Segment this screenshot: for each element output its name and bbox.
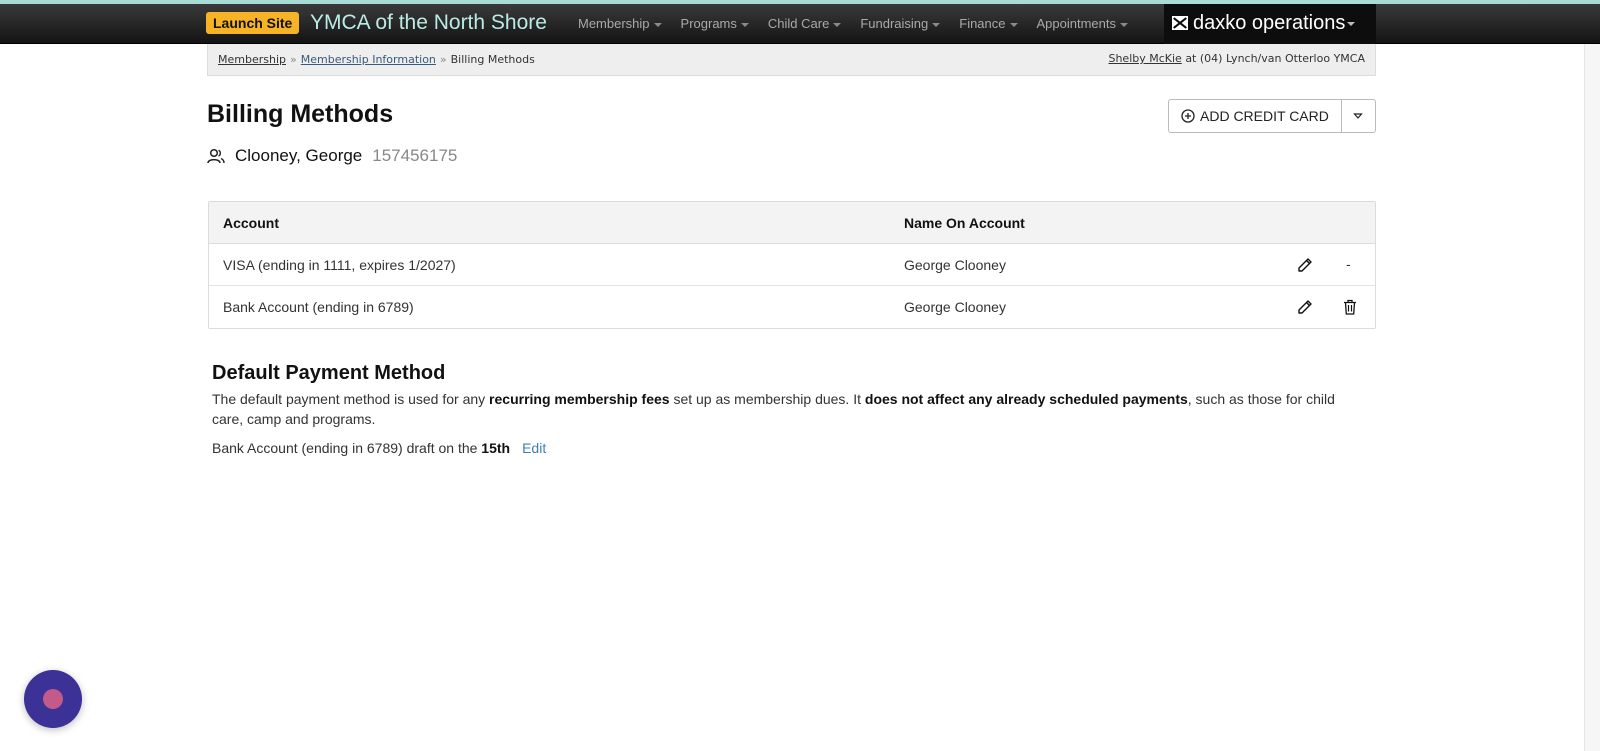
caret-down-icon (1120, 22, 1128, 27)
add-credit-card-group: ADD CREDIT CARD (1168, 99, 1376, 133)
edit-default-payment-link[interactable]: Edit (522, 440, 546, 456)
draft-day: 15th (481, 440, 511, 456)
add-credit-card-button[interactable]: ADD CREDIT CARD (1169, 100, 1342, 132)
description-text-1: The default payment method is used for a… (212, 391, 490, 407)
pencil-icon (1298, 258, 1312, 272)
nav-child-care-label: Child Care (767, 16, 830, 31)
nav-finance[interactable]: Finance (959, 4, 1028, 44)
caret-down-icon (932, 22, 941, 27)
breadcrumb-current: Billing Methods (450, 53, 535, 66)
default-payment-title: Default Payment Method (212, 362, 446, 384)
caret-down-icon (1347, 21, 1356, 26)
nav-programs[interactable]: Programs (681, 4, 760, 44)
caret-down-icon (740, 22, 749, 27)
table-row: VISA (ending in 1111, expires 1/2027) Ge… (209, 244, 1375, 286)
product-switcher[interactable]: daxko operations (1164, 4, 1376, 44)
header-name-on-account: Name On Account (904, 215, 1025, 231)
product-name: daxko operations (1193, 12, 1346, 34)
nav-fundraising-label: Fundraising (860, 16, 929, 31)
nav-child-care[interactable]: Child Care (768, 4, 852, 44)
main-nav-menu: Membership Programs Child Care Fundraisi… (578, 4, 1139, 44)
breadcrumb-bar: Membership» Membership Information» Billin… (207, 44, 1376, 76)
account-cell: Bank Account (ending in 6789) (223, 299, 414, 315)
table-header-row: Account Name On Account (209, 202, 1375, 244)
edit-button[interactable] (1295, 297, 1315, 317)
default-payment-description: The default payment method is used for a… (212, 389, 1362, 429)
billing-methods-table: Account Name On Account VISA (ending in … (208, 201, 1376, 329)
edit-button[interactable] (1295, 255, 1315, 275)
pencil-icon (1298, 300, 1312, 314)
envelope-logo-icon (1172, 16, 1188, 30)
user-name-link[interactable]: Shelby McKie (1108, 52, 1181, 65)
caret-down-icon (1009, 22, 1018, 27)
nav-fundraising[interactable]: Fundraising (860, 4, 951, 44)
add-credit-card-label: ADD CREDIT CARD (1200, 108, 1329, 124)
chat-widget-button[interactable] (24, 670, 82, 728)
nav-membership-label: Membership (578, 16, 650, 31)
nav-programs-label: Programs (680, 16, 737, 31)
header-account: Account (223, 215, 279, 231)
member-info: Clooney, George 157456175 (207, 146, 457, 166)
page-title: Billing Methods (207, 100, 394, 128)
delete-button[interactable] (1340, 297, 1360, 317)
default-payment-method: Bank Account (ending in 6789) draft on t… (212, 440, 1362, 456)
delete-unavailable: - (1346, 256, 1351, 272)
breadcrumb-separator: » (290, 53, 297, 66)
nav-appointments[interactable]: Appointments (1037, 4, 1140, 44)
default-method-text: Bank Account (ending in 6789) draft on t… (212, 440, 482, 456)
plus-circle-icon (1181, 109, 1195, 123)
description-bold-2: does not affect any already scheduled pa… (864, 391, 1188, 407)
account-cell: VISA (ending in 1111, expires 1/2027) (223, 257, 456, 273)
breadcrumb-membership[interactable]: Membership (218, 53, 286, 66)
member-id: 157456175 (372, 146, 458, 165)
brand-title[interactable]: YMCA of the North Shore (310, 9, 547, 37)
name-on-account-cell: George Clooney (904, 299, 1006, 315)
top-navbar: Launch Site YMCA of the North Shore Memb… (0, 4, 1600, 44)
breadcrumb: Membership» Membership Information» Billin… (218, 53, 535, 66)
name-on-account-cell: George Clooney (904, 257, 1006, 273)
nav-membership[interactable]: Membership (578, 4, 673, 44)
navbar-inner: Launch Site YMCA of the North Shore Memb… (206, 4, 1376, 44)
breadcrumb-membership-information[interactable]: Membership Information (301, 53, 436, 66)
chevron-down-icon (1353, 113, 1364, 119)
users-icon (207, 148, 225, 164)
page-scrollbar[interactable] (1584, 44, 1600, 751)
breadcrumb-separator: » (439, 53, 447, 66)
member-name[interactable]: Clooney, George (235, 146, 362, 166)
description-text-2: set up as membership dues. It (669, 391, 865, 407)
add-options-dropdown-toggle[interactable] (1342, 100, 1375, 132)
table-row: Bank Account (ending in 6789) George Clo… (209, 286, 1375, 328)
user-location-text: at (04) Lynch/van Otterloo YMCA (1185, 52, 1365, 65)
caret-down-icon (653, 22, 662, 27)
description-bold-1: recurring membership fees (489, 391, 670, 407)
launch-site-button[interactable]: Launch Site (206, 12, 300, 34)
nav-finance-label: Finance (959, 16, 1006, 31)
nav-appointments-label: Appointments (1036, 16, 1117, 31)
caret-down-icon (833, 22, 842, 27)
trash-icon (1344, 299, 1356, 315)
default-payment-section: Default Payment Method The default payme… (212, 362, 1362, 456)
user-location-info: Shelby McKie at (04) Lynch/van Otterloo … (1108, 52, 1365, 65)
